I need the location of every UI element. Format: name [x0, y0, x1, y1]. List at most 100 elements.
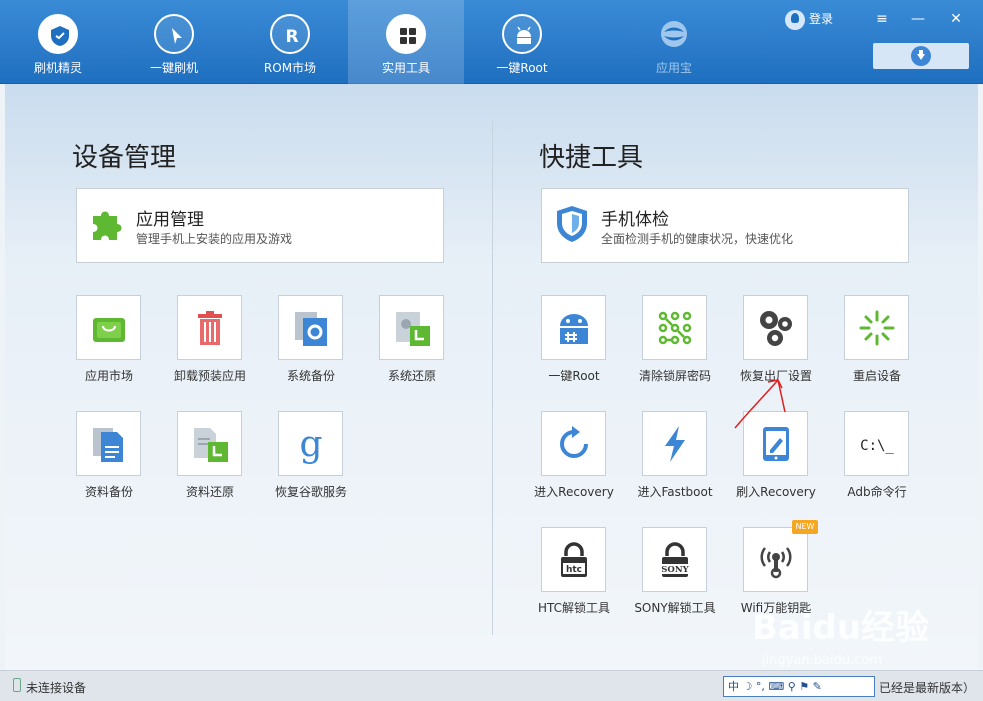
- nav-rom-market[interactable]: R ROM市场: [232, 0, 348, 84]
- lightning-icon: [665, 426, 685, 462]
- tile-one-click-root[interactable]: 一键Root: [519, 295, 629, 395]
- device-management-title: 设备管理: [72, 143, 177, 173]
- tile-restore-google-services[interactable]: g 恢复谷歌服务: [256, 411, 366, 511]
- tile-label: 卸载预装应用: [173, 369, 246, 383]
- card-title: 应用管理: [136, 210, 204, 230]
- tile-enter-fastboot[interactable]: 进入Fastboot: [620, 411, 730, 511]
- spinner-icon: [859, 310, 895, 346]
- nav-shuajijingling[interactable]: 刷机精灵: [0, 0, 116, 84]
- svg-text:htc: htc: [566, 565, 582, 575]
- tile-data-backup[interactable]: 资料备份: [54, 411, 164, 511]
- shield-icon: [557, 206, 587, 242]
- tile-app-market[interactable]: 应用市场: [54, 295, 164, 395]
- refresh-icon: [560, 426, 588, 458]
- nav-practical-tools[interactable]: 实用工具: [348, 0, 464, 84]
- system-restore-icon: [396, 312, 430, 346]
- tile-icon-box[interactable]: [743, 295, 808, 360]
- tile-htc-unlock-tool[interactable]: htc HTC解锁工具: [519, 527, 629, 627]
- nav-label: 刷机精灵: [33, 61, 82, 75]
- login-label: 登录: [809, 12, 834, 26]
- app-management-card[interactable]: 应用管理 管理手机上安装的应用及游戏: [76, 188, 444, 263]
- tile-label: 恢复谷歌服务: [274, 485, 347, 499]
- phone-checkup-card[interactable]: 手机体检 全面检测手机的健康状况，快速优化: [541, 188, 909, 263]
- nav-label: 实用工具: [381, 61, 430, 75]
- android-icon: [502, 14, 542, 54]
- yingyongbao-icon: [654, 14, 694, 54]
- tile-adb-command-line[interactable]: C:\_ Adb命令行: [822, 411, 932, 511]
- nav-label: ROM市场: [263, 61, 317, 75]
- tile-icon-box[interactable]: [642, 411, 707, 476]
- sony-lock-icon: SONY: [660, 542, 690, 577]
- tile-icon-box[interactable]: [844, 295, 909, 360]
- tile-label: 重启设备: [852, 369, 901, 383]
- nav-yingyongbao[interactable]: 应用宝: [616, 0, 732, 84]
- tile-reboot-device[interactable]: 重启设备: [822, 295, 932, 395]
- tile-icon-box[interactable]: [177, 295, 242, 360]
- grid-icon: [386, 14, 426, 54]
- nav-label: 一键刷机: [149, 61, 198, 75]
- close-button[interactable]: ✕: [946, 9, 966, 29]
- tile-icon-box[interactable]: [642, 295, 707, 360]
- pattern-lock-icon: [658, 311, 692, 345]
- baidu-watermark-url: jingyan.baidu.com: [762, 653, 882, 668]
- android-root-icon: [560, 314, 588, 344]
- nav-one-click-root[interactable]: 一键Root: [464, 0, 580, 84]
- tile-system-restore[interactable]: 系统还原: [357, 295, 467, 395]
- nav-label: 一键Root: [496, 61, 548, 75]
- system-backup-icon: [295, 312, 327, 346]
- download-icon: [911, 46, 931, 66]
- tile-sony-unlock-tool[interactable]: SONY SONY解锁工具: [620, 527, 730, 627]
- tile-icon-box[interactable]: [541, 411, 606, 476]
- document-restore-icon: [194, 428, 228, 462]
- tile-label: 系统备份: [286, 369, 335, 383]
- login-button[interactable]: 登录: [785, 9, 834, 30]
- status-bar: 未连接设备 中 ☽ °, ⌨ ⚲ ⚑ ✎ 已经是最新版本）: [0, 670, 983, 701]
- tile-icon-box[interactable]: g: [278, 411, 343, 476]
- input-method-toolbar[interactable]: 中 ☽ °, ⌨ ⚲ ⚑ ✎: [723, 676, 875, 697]
- r-icon: R: [270, 14, 310, 54]
- tile-label: 应用市场: [84, 369, 133, 383]
- device-status: 未连接设备: [26, 681, 87, 695]
- nav-yijianshuaji[interactable]: 一键刷机: [116, 0, 232, 84]
- card-subtitle: 全面检测手机的健康状况，快速优化: [601, 232, 794, 246]
- htc-lock-icon: htc: [561, 542, 587, 577]
- shopping-bag-icon: [93, 318, 125, 342]
- tile-label: 进入Recovery: [534, 485, 614, 499]
- shield-logo-icon: [38, 14, 78, 54]
- tile-icon-box[interactable]: htc: [541, 527, 606, 592]
- tile-icon-box[interactable]: SONY: [642, 527, 707, 592]
- menu-icon[interactable]: ≡: [872, 9, 892, 29]
- tile-icon-box[interactable]: [177, 411, 242, 476]
- version-status: 已经是最新版本）: [879, 681, 976, 695]
- tile-icon-box[interactable]: [76, 295, 141, 360]
- tile-uninstall-preinstalled[interactable]: 卸载预装应用: [155, 295, 265, 395]
- top-nav-bar: 刷机精灵 一键刷机 R ROM市场 实用工具 一键Root 应用宝 登录 ≡ —…: [0, 0, 983, 84]
- quick-tools-title: 快捷工具: [539, 143, 644, 173]
- tile-label: 清除锁屏密码: [638, 369, 711, 383]
- tile-clear-lockscreen-password[interactable]: 清除锁屏密码: [620, 295, 730, 395]
- cursor-icon: [154, 14, 194, 54]
- gears-icon: [760, 311, 792, 346]
- tile-icon-box[interactable]: C:\_: [844, 411, 909, 476]
- tile-icon-box[interactable]: [278, 295, 343, 360]
- minimize-button[interactable]: —: [908, 9, 928, 29]
- terminal-icon: C:\_: [860, 438, 894, 454]
- tile-icon-box[interactable]: [379, 295, 444, 360]
- svg-text:C:\_: C:\_: [860, 438, 894, 454]
- tile-label: 系统还原: [387, 369, 436, 383]
- new-badge: NEW: [792, 520, 818, 534]
- tile-data-restore[interactable]: 资料还原: [155, 411, 265, 511]
- svg-text:SONY: SONY: [661, 565, 689, 575]
- tile-label: HTC解锁工具: [537, 601, 611, 615]
- tile-label: 刷入Recovery: [736, 485, 816, 499]
- tile-icon-box[interactable]: NEW: [743, 520, 818, 592]
- download-button[interactable]: [873, 43, 969, 69]
- tablet-edit-icon: [763, 427, 789, 461]
- tile-label: Adb命令行: [847, 485, 907, 499]
- tile-icon-box[interactable]: [76, 411, 141, 476]
- tile-icon-box[interactable]: [541, 295, 606, 360]
- card-subtitle: 管理手机上安装的应用及游戏: [136, 232, 293, 246]
- user-icon: [785, 9, 805, 30]
- tile-enter-recovery[interactable]: 进入Recovery: [519, 411, 629, 511]
- tile-system-backup[interactable]: 系统备份: [256, 295, 366, 395]
